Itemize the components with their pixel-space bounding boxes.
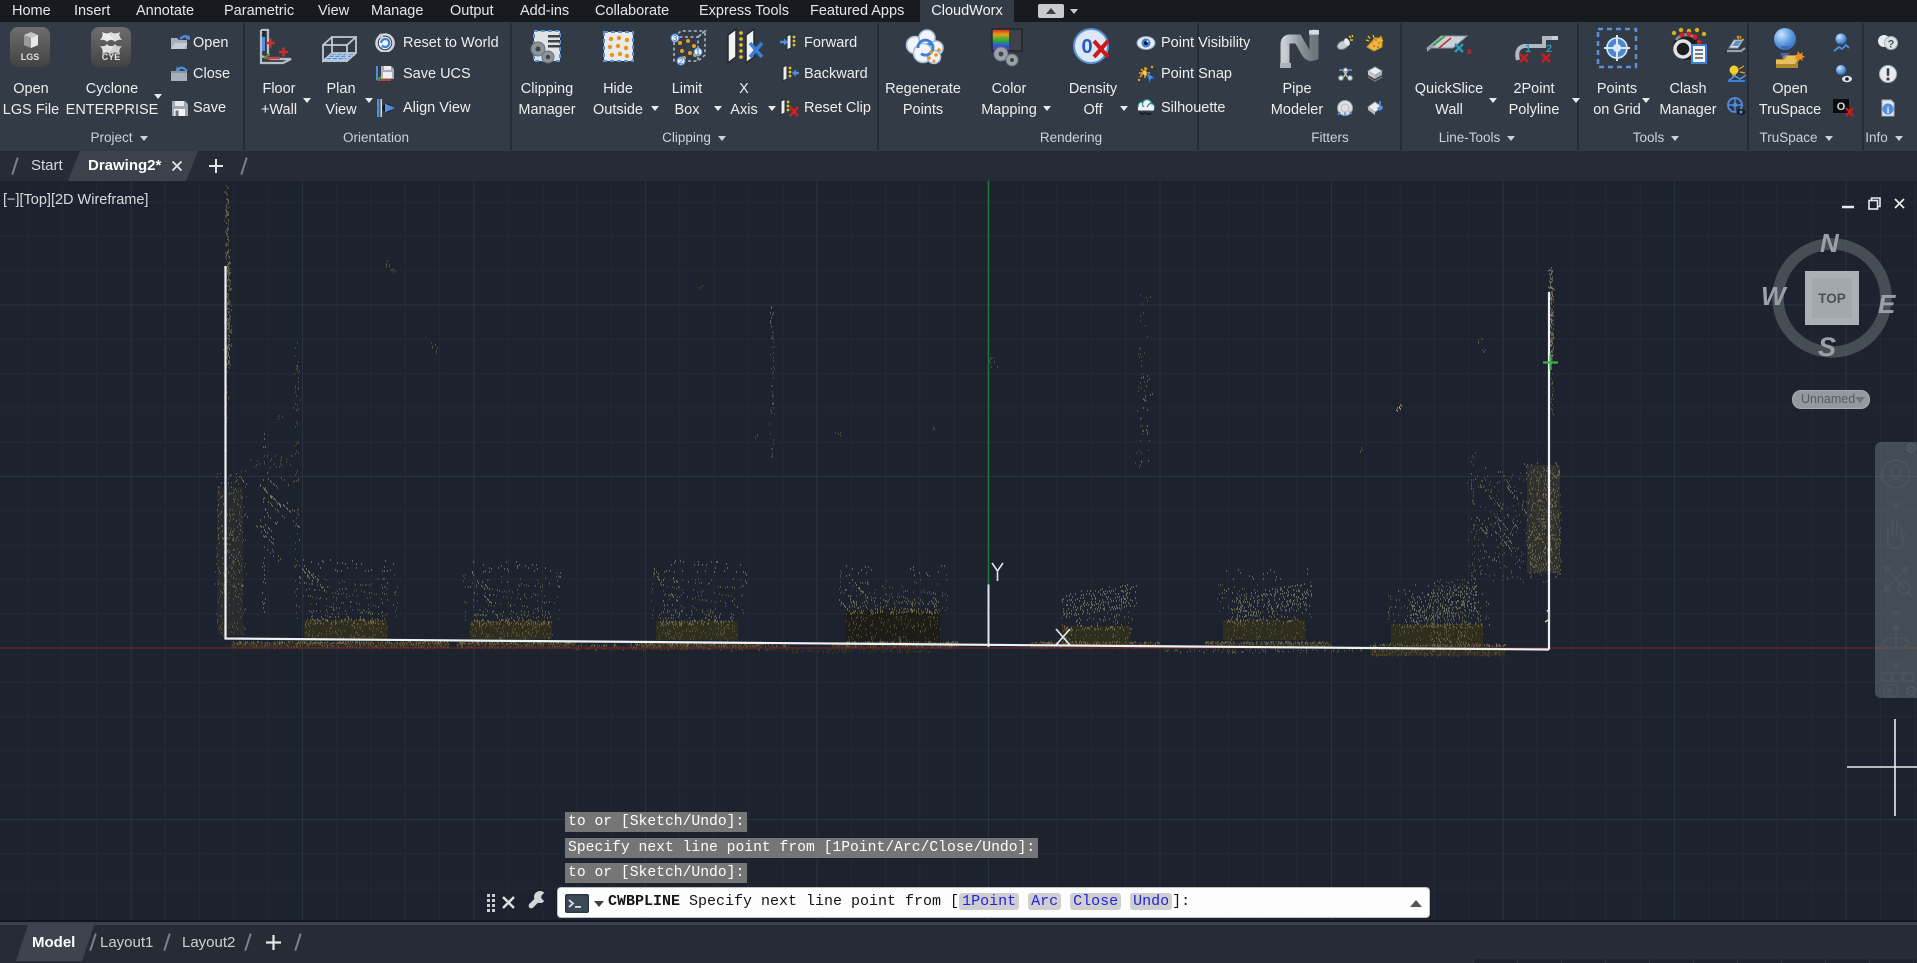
svg-text:3: 3: [673, 34, 678, 43]
svg-text:O: O: [1837, 101, 1846, 113]
svg-text:1: 1: [696, 48, 701, 57]
svg-text:2: 2: [679, 57, 684, 66]
svg-text:CYE: CYE: [102, 52, 121, 62]
svg-text:z: z: [262, 28, 267, 38]
svg-text:1: 1: [1525, 43, 1531, 55]
svg-text:?: ?: [1888, 39, 1895, 51]
svg-text:TOP: TOP: [1818, 291, 1846, 306]
svg-text:LGS: LGS: [21, 52, 40, 62]
svg-text:0: 0: [1081, 36, 1092, 58]
svg-text:x: x: [1467, 46, 1471, 56]
